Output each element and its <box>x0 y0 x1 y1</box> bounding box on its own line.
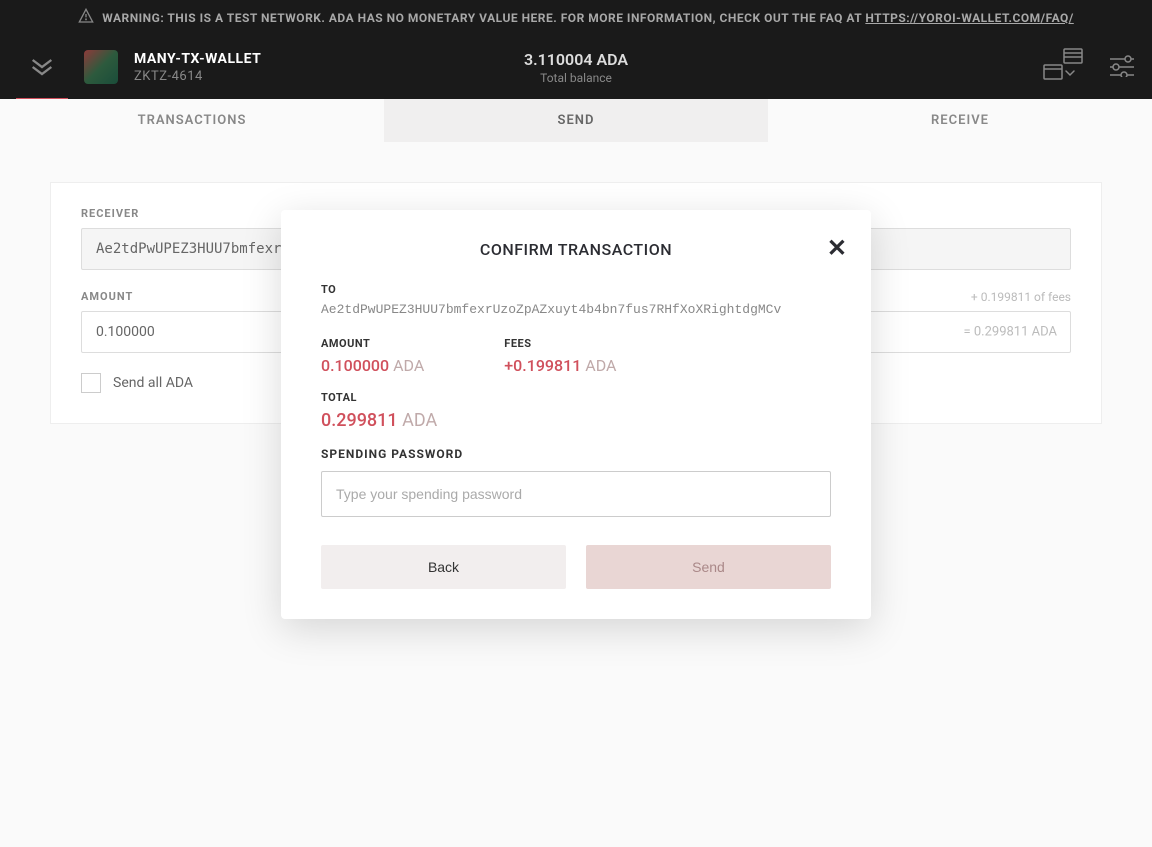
tab-send[interactable]: SEND <box>384 99 768 142</box>
to-label: TO <box>321 283 831 296</box>
total-block: TOTAL 0.299811 ADA <box>321 391 831 431</box>
close-icon[interactable]: ✕ <box>827 234 847 262</box>
modal-fees-label: FEES <box>504 337 616 350</box>
modal-amount-label: AMOUNT <box>321 337 424 350</box>
modal-amount-unit: ADA <box>393 356 424 375</box>
send-all-label: Send all ADA <box>113 375 193 391</box>
test-network-warning: WARNING: THIS IS A TEST NETWORK. ADA HAS… <box>0 0 1152 35</box>
back-button[interactable]: Back <box>321 545 566 589</box>
modal-amount-value: 0.100000 <box>321 356 389 375</box>
tab-receive[interactable]: RECEIVE <box>768 99 1152 142</box>
wallet-id: ZKTZ-4614 <box>134 69 261 84</box>
wallet-tabs: TRANSACTIONS SEND RECEIVE <box>0 99 1152 142</box>
wallets-icon[interactable] <box>1042 47 1084 87</box>
faq-link[interactable]: HTTPS://YOROI-WALLET.COM/FAQ/ <box>865 11 1073 25</box>
send-button[interactable]: Send <box>586 545 831 589</box>
balance-amount: 3.110004 ADA <box>524 50 628 69</box>
wallet-info: MANY-TX-WALLET ZKTZ-4614 <box>134 51 261 84</box>
to-address: Ae2tdPwUPEZ3HUU7bmfexrUzoZpAZxuyt4b4bn7f… <box>321 302 831 317</box>
modal-title: CONFIRM TRANSACTION <box>311 240 841 259</box>
spending-password-input[interactable] <box>321 471 831 517</box>
app-logo[interactable] <box>16 37 68 101</box>
modal-fees-value: +0.199811 <box>504 356 581 375</box>
fees-note: + 0.199811 of fees <box>971 290 1071 304</box>
balance-display: 3.110004 ADA Total balance <box>524 50 628 85</box>
modal-fees-unit: ADA <box>585 356 616 375</box>
app-header: MANY-TX-WALLET ZKTZ-4614 3.110004 ADA To… <box>0 35 1152 99</box>
modal-total-value: 0.299811 <box>321 410 398 431</box>
wallet-name: MANY-TX-WALLET <box>134 51 261 67</box>
spending-password-label: SPENDING PASSWORD <box>321 447 831 461</box>
warning-icon <box>78 8 94 27</box>
amount-block: AMOUNT 0.100000 ADA <box>321 337 424 375</box>
wallet-avatar <box>84 50 118 84</box>
balance-label: Total balance <box>524 71 628 85</box>
send-all-checkbox[interactable] <box>81 373 101 393</box>
modal-total-unit: ADA <box>402 410 437 431</box>
fees-block: FEES +0.199811 ADA <box>504 337 616 375</box>
modal-total-label: TOTAL <box>321 391 831 404</box>
amount-equals: = 0.299811 ADA <box>963 325 1057 340</box>
confirm-transaction-modal: CONFIRM TRANSACTION ✕ TO Ae2tdPwUPEZ3HUU… <box>281 210 871 619</box>
warning-text: WARNING: THIS IS A TEST NETWORK. ADA HAS… <box>102 11 1074 25</box>
tab-transactions[interactable]: TRANSACTIONS <box>0 99 384 142</box>
warning-message: WARNING: THIS IS A TEST NETWORK. ADA HAS… <box>102 11 865 25</box>
settings-icon[interactable] <box>1108 53 1136 81</box>
